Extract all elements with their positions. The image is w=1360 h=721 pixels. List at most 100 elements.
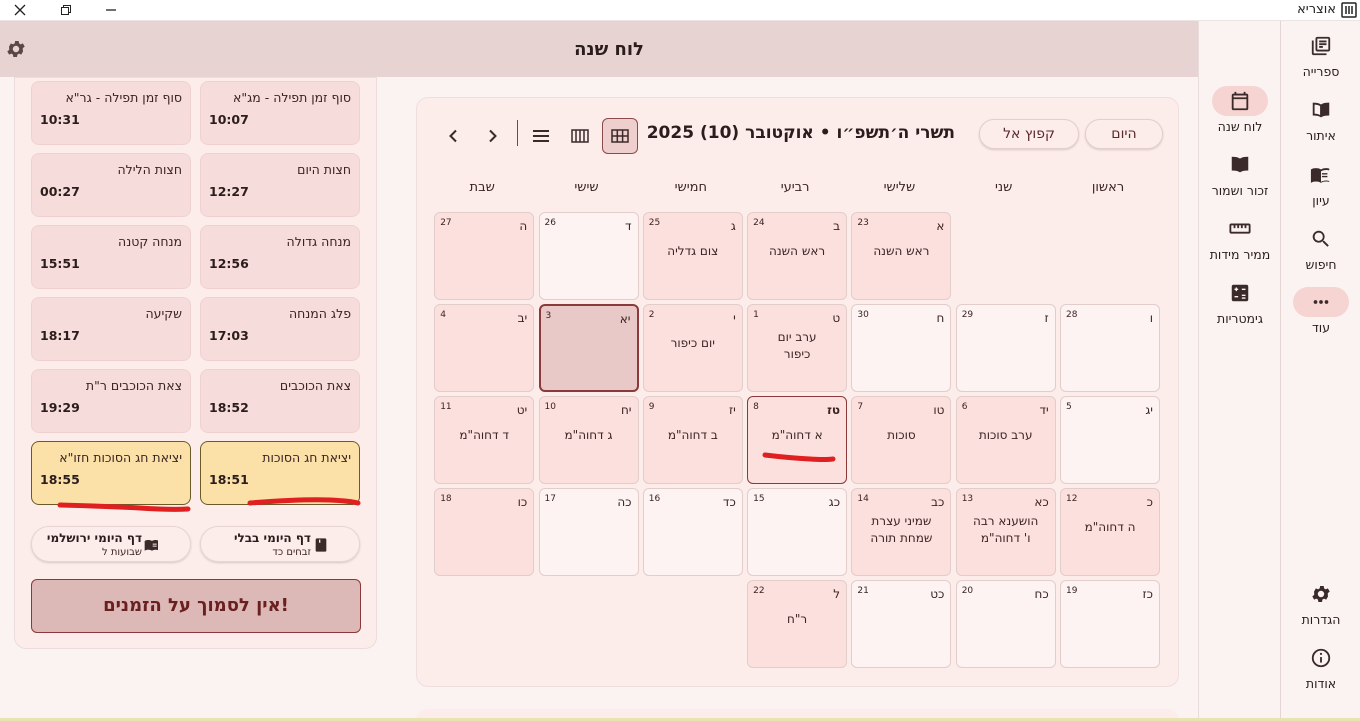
nav-item-search[interactable]: חיפוש (1281, 216, 1360, 276)
gregorian-date: 26 (544, 218, 556, 228)
nav-label: אודות (1305, 676, 1337, 691)
chevron-left-icon (449, 129, 457, 143)
zman-card: חצות היום 12:27 (200, 153, 360, 217)
gregorian-date: 2 (648, 310, 655, 320)
day-cell[interactable]: ג 25 צום גדליה (642, 212, 743, 300)
daf-bavli-title: דף היומי בבלי (233, 531, 311, 545)
tool-item-calendar[interactable]: לוח שנה (1199, 86, 1281, 134)
day-view-button[interactable] (523, 118, 559, 154)
gregorian-date: 12 (1066, 494, 1078, 504)
day-event: ערב סוכות (978, 428, 1033, 442)
tool-item-zachor[interactable]: זכור ושמור (1199, 150, 1281, 198)
gregorian-date: 22 (753, 586, 765, 596)
day-cell[interactable]: ל 22 ר"ח (747, 580, 848, 668)
day-cell[interactable]: כד 16 (642, 488, 743, 576)
gregorian-date: 15 (753, 494, 765, 504)
nav-item-study[interactable]: עיון (1281, 152, 1360, 212)
day-event: ג דחוה"מ (564, 428, 613, 442)
hebrew-date: כט (930, 587, 945, 601)
daf-yomi-bavli-button[interactable]: דף היומי בבלי זבחים כד (200, 526, 360, 562)
grid-view-icon (611, 129, 629, 143)
tool-label: גימטריות (1216, 311, 1263, 326)
day-cell[interactable]: ו 28 (1060, 304, 1160, 392)
hebrew-date: ה (519, 219, 528, 233)
day-cell[interactable]: ז 29 (955, 304, 1056, 392)
zman-name: יציאת חג הסוכות חזו"א (59, 450, 182, 465)
day-cell[interactable]: ד 26 (538, 212, 639, 300)
zman-card-highlighted: יציאת חג הסוכות 18:51 (200, 441, 360, 505)
day-cell[interactable]: יז 9 ב דחוה"מ (642, 396, 743, 484)
hebrew-date: כ (1146, 495, 1153, 509)
tool-item-gematria[interactable]: גימטריות (1199, 278, 1281, 326)
tool-item-converter[interactable]: ממיר מידות (1199, 214, 1281, 262)
nav-item-more[interactable]: עוד (1281, 279, 1360, 339)
minimize-window-button[interactable] (100, 0, 122, 20)
day-cell-today[interactable]: טז 8 א דחוה"מ (747, 396, 848, 484)
zman-name: שקיעה (145, 306, 182, 321)
day-cell[interactable]: כב 14 שמיני עצרת שמחת תורה (851, 488, 952, 576)
zman-card: צאת הכוכבים 18:52 (200, 369, 360, 433)
zman-card: מנחה גדולה 12:56 (200, 225, 360, 289)
nav-item-settings[interactable]: הגדרות (1281, 571, 1360, 631)
day-cell[interactable]: כא 13 הושענא רבה ו' דחוה"מ (955, 488, 1056, 576)
restore-window-button[interactable] (55, 0, 77, 20)
hebrew-date: כו (517, 495, 528, 509)
day-cell[interactable]: טו 7 סוכות (851, 396, 952, 484)
weekday-label: ראשון (1091, 180, 1125, 195)
day-cell[interactable]: כה 17 (538, 488, 639, 576)
day-event: שמיני עצרת שמחת תורה (870, 514, 933, 545)
list-view-icon (533, 130, 549, 142)
day-cell[interactable]: כח 20 (955, 580, 1056, 668)
week-view-button[interactable] (562, 118, 598, 154)
day-event: ערב יום כיפור (777, 330, 817, 361)
day-event: סוכות (887, 428, 916, 442)
day-cell-selected[interactable]: יא 3 (538, 304, 639, 392)
day-cell[interactable]: יב 4 (434, 304, 535, 392)
zman-name: חצות היום (297, 162, 351, 177)
day-cell[interactable]: כג 15 (747, 488, 848, 576)
day-cell[interactable]: יט 11 ד דחוה"מ (434, 396, 535, 484)
tool-label: זכור ושמור (1211, 183, 1269, 198)
daf-yomi-yerushalmi-button[interactable]: דף היומי ירושלמי שבועות ל (31, 526, 191, 562)
day-cell[interactable]: ה 27 (434, 212, 535, 300)
nav-item-library[interactable]: ספרייה (1281, 23, 1360, 83)
zman-time: 10:07 (209, 112, 249, 127)
next-month-button[interactable] (441, 124, 465, 148)
day-cell[interactable]: כז 19 (1060, 580, 1160, 668)
day-cell[interactable]: ב 24 ראש השנה (747, 212, 848, 300)
close-window-button[interactable] (9, 0, 31, 20)
day-cell[interactable]: כט 21 (851, 580, 952, 668)
previous-month-button[interactable] (481, 124, 505, 148)
day-cell[interactable]: יד 6 ערב סוכות (955, 396, 1056, 484)
day-cell[interactable]: ט 1 ערב יום כיפור (747, 304, 848, 392)
gregorian-date: 7 (857, 402, 864, 412)
day-cell[interactable]: י 2 יום כיפור (642, 304, 743, 392)
gregorian-date: 16 (648, 494, 661, 504)
hebrew-date: כב (931, 495, 945, 509)
app-title: אוצריא (1297, 2, 1336, 17)
day-cell[interactable]: ח 30 (851, 304, 952, 392)
zman-time: 18:52 (209, 400, 249, 415)
day-cell[interactable]: יג 5 (1060, 396, 1160, 484)
tool-label: ממיר מידות (1209, 247, 1271, 262)
hebrew-date: יא (619, 312, 631, 326)
zman-name: סוף זמן תפילה - מג"א (233, 90, 351, 105)
jump-to-date-button[interactable]: קפוץ אל (979, 119, 1079, 149)
day-cell[interactable]: יח 10 ג דחוה"מ (538, 396, 639, 484)
hebrew-date: ל (833, 587, 841, 601)
zman-name: חצות הלילה (117, 162, 182, 177)
nav-item-find[interactable]: איתור (1281, 87, 1360, 147)
month-view-button[interactable] (602, 118, 638, 154)
nav-label: הגדרות (1301, 612, 1341, 627)
day-cell[interactable]: א 23 ראש השנה (851, 212, 952, 300)
nav-item-about[interactable]: אודות (1281, 635, 1360, 695)
hebrew-date: א (936, 219, 945, 233)
hebrew-date: יח (620, 403, 632, 417)
zman-name: צאת הכוכבים (279, 378, 351, 393)
day-event: ד דחוה"מ (459, 428, 509, 442)
today-button[interactable]: היום (1085, 119, 1163, 149)
zman-name: פלג המנחה (288, 306, 351, 321)
zman-time: 10:31 (40, 112, 80, 127)
day-cell[interactable]: כו 18 (434, 488, 535, 576)
day-cell[interactable]: כ 12 ה דחוה"מ (1060, 488, 1160, 576)
